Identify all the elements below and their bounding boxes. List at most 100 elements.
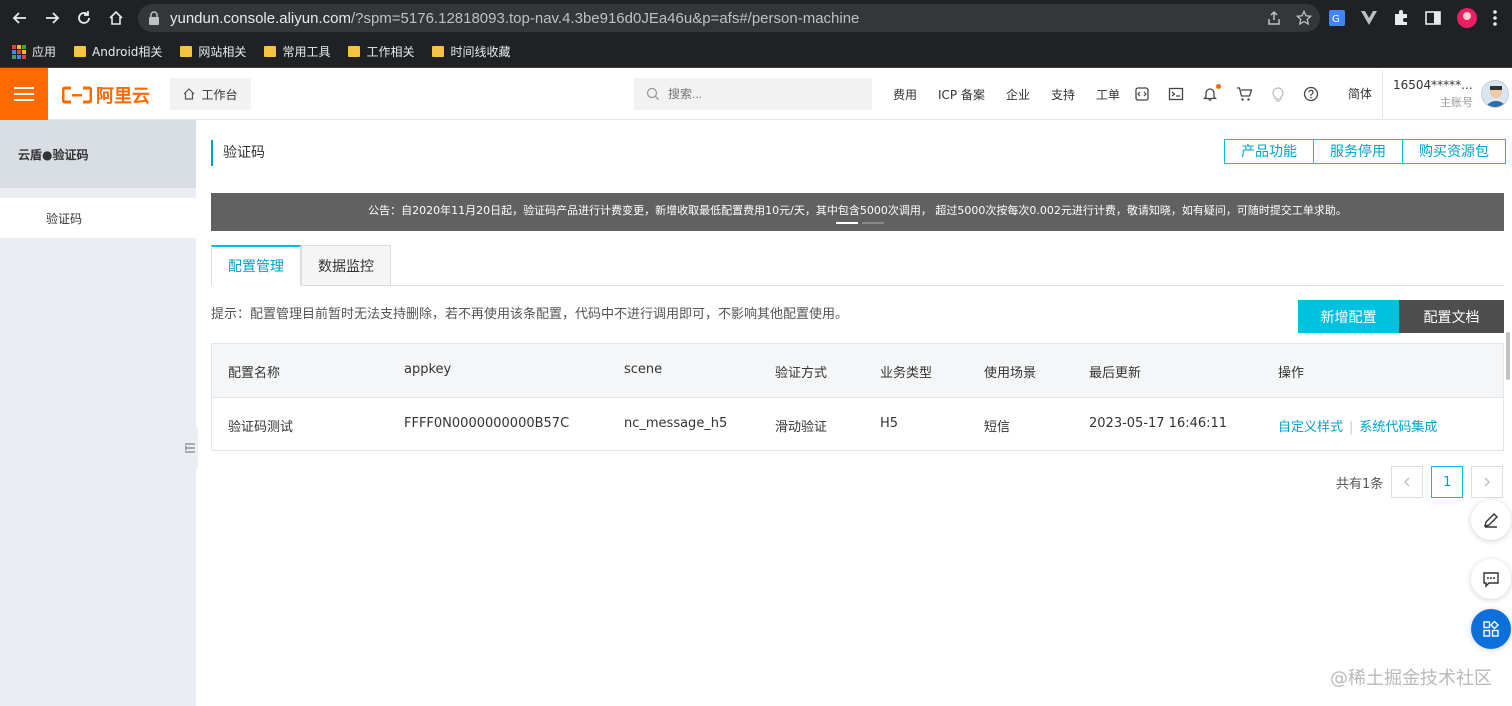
star-icon[interactable] <box>1296 10 1312 26</box>
column-header: 业务类型 <box>880 366 933 381</box>
bookmark-label: 应用 <box>32 45 57 59</box>
bookmark-label: 工作相关 <box>366 45 415 59</box>
aliyun-logo[interactable]: 阿里云 <box>62 82 150 108</box>
nav-link-fee[interactable]: 费用 <box>893 86 917 103</box>
config-table: 配置名称 appkey scene 验证方式 业务类型 使用场景 最后更新 操作… <box>211 343 1504 451</box>
folder-icon <box>180 46 193 57</box>
vue-extension-icon[interactable] <box>1360 9 1378 27</box>
reload-icon[interactable] <box>68 0 100 36</box>
extensions-puzzle-icon[interactable] <box>1392 9 1410 27</box>
cell-updated: 2023-05-17 16:46:11 <box>1089 416 1228 431</box>
add-config-button[interactable]: 新增配置 <box>1298 300 1399 333</box>
cell-biz-type: H5 <box>880 416 899 431</box>
pagination: 共有1条 1 <box>1336 466 1504 498</box>
workbench-button[interactable]: 工作台 <box>170 78 251 110</box>
bookmark-folder[interactable]: 常用工具 <box>264 43 330 60</box>
tab-data-monitoring[interactable]: 数据监控 <box>301 245 391 286</box>
disable-service-button[interactable]: 服务停用 <box>1313 139 1403 164</box>
url-path: /?spm=5176.12818093.top-nav.4.3be916d0JE… <box>350 9 860 27</box>
custom-style-link[interactable]: 自定义样式 <box>1278 420 1343 435</box>
svg-text:G: G <box>1332 14 1340 25</box>
apps-grid-float-icon[interactable] <box>1471 609 1511 649</box>
sidebar-collapse-icon[interactable] <box>182 428 198 468</box>
apps-grid-icon <box>12 44 26 59</box>
watermark: @稀土掘金技术社区 <box>1330 668 1492 689</box>
page-scrollbar[interactable] <box>1506 332 1510 380</box>
pagination-total: 共有1条 <box>1336 476 1384 492</box>
cart-icon[interactable] <box>1236 86 1253 102</box>
side-panel-icon[interactable] <box>1424 9 1442 27</box>
search-box[interactable] <box>634 78 872 110</box>
column-header: 验证方式 <box>775 366 828 381</box>
terminal-icon[interactable] <box>1168 86 1184 102</box>
sidebar-item-captcha[interactable]: 验证码 <box>0 198 196 238</box>
bookmark-folder[interactable]: 工作相关 <box>348 43 414 60</box>
sidebar: 云盾●验证码 验证码 <box>0 120 196 706</box>
prev-page-chevron-left-icon[interactable] <box>1391 466 1424 498</box>
console-header: 阿里云 工作台 费用 ICP 备案 企业 支持 工单 <box>0 68 1512 120</box>
column-header: appkey <box>404 362 452 377</box>
chat-icon[interactable] <box>1471 559 1511 599</box>
edit-feedback-icon[interactable] <box>1471 500 1511 540</box>
bookmark-folder[interactable]: 网站相关 <box>180 43 246 60</box>
share-icon[interactable] <box>1266 10 1282 26</box>
folder-icon <box>432 46 445 57</box>
bookmark-label: 时间线收藏 <box>450 45 511 59</box>
nav-link-icp[interactable]: ICP 备案 <box>938 86 985 103</box>
hamburger-menu-icon[interactable] <box>0 68 48 120</box>
carousel-indicator[interactable] <box>836 222 884 224</box>
bookmark-label: 网站相关 <box>198 45 247 59</box>
workbench-label: 工作台 <box>201 87 238 102</box>
forward-icon[interactable] <box>36 0 68 36</box>
url-host: yundun.console.aliyun.com <box>170 9 351 27</box>
cell-config-name: 验证码测试 <box>228 420 294 435</box>
header-icons <box>1134 68 1319 120</box>
nav-link-enterprise[interactable]: 企业 <box>1006 86 1030 103</box>
lightbulb-icon[interactable] <box>1271 86 1285 102</box>
home-icon <box>183 88 195 100</box>
code-icon[interactable] <box>1134 86 1150 102</box>
notification-bell-icon[interactable] <box>1202 84 1221 102</box>
cell-method: 滑动验证 <box>775 420 828 435</box>
home-icon[interactable] <box>100 0 132 36</box>
browser-toolbar: yundun.console.aliyun.com/?spm=5176.1281… <box>0 0 1512 36</box>
lock-icon <box>148 11 160 25</box>
cell-appkey: FFFF0N0000000000B57C <box>404 416 570 431</box>
help-icon[interactable] <box>1303 86 1319 102</box>
product-features-button[interactable]: 产品功能 <box>1224 139 1314 164</box>
tab-bar: 配置管理 数据监控 <box>211 245 1504 286</box>
back-icon[interactable] <box>4 0 36 36</box>
column-header: scene <box>624 362 663 377</box>
folder-icon <box>348 46 361 57</box>
bookmark-folder[interactable]: 时间线收藏 <box>432 43 510 60</box>
search-input[interactable] <box>668 87 858 101</box>
folder-icon <box>74 46 87 57</box>
hint-text: 提示：配置管理目前暂时无法支持删除，若不再使用该条配置，代码中不进行调用即可，不… <box>211 307 849 322</box>
action-separator: | <box>1349 420 1354 435</box>
account-menu[interactable]: 16504*****... 主账号 <box>1393 78 1473 110</box>
nav-link-ticket[interactable]: 工单 <box>1096 86 1120 103</box>
buy-resource-pack-button[interactable]: 购买资源包 <box>1402 139 1506 164</box>
page-number[interactable]: 1 <box>1431 466 1464 498</box>
nav-link-support[interactable]: 支持 <box>1051 86 1075 103</box>
code-integration-link[interactable]: 系统代码集成 <box>1359 420 1437 435</box>
translate-extension-icon[interactable]: G <box>1328 9 1346 27</box>
url-text: yundun.console.aliyun.com/?spm=5176.1281… <box>170 10 859 27</box>
bookmark-apps[interactable]: 应用 <box>12 43 56 60</box>
browser-menu-icon[interactable] <box>1492 9 1498 27</box>
bookmark-folder[interactable]: Android相关 <box>74 43 162 60</box>
bookmark-label: 常用工具 <box>282 45 331 59</box>
account-name: 16504*****... <box>1393 78 1473 92</box>
tab-config-management[interactable]: 配置管理 <box>211 245 301 286</box>
avatar[interactable] <box>1481 80 1509 108</box>
page-title: 验证码 <box>211 140 265 166</box>
config-action-group: 新增配置 配置文档 <box>1298 300 1504 333</box>
address-bar[interactable]: yundun.console.aliyun.com/?spm=5176.1281… <box>138 4 1320 32</box>
next-page-chevron-right-icon[interactable] <box>1471 466 1504 498</box>
config-docs-button[interactable]: 配置文档 <box>1399 300 1504 333</box>
logo-text: 阿里云 <box>96 86 150 107</box>
cell-scene: nc_message_h5 <box>624 416 728 431</box>
language-switch[interactable]: 简体 <box>1348 85 1372 102</box>
profile-icon[interactable] <box>1456 7 1478 29</box>
bookmarks-bar: 应用 Android相关 网站相关 常用工具 工作相关 时间线收藏 <box>0 36 1512 68</box>
